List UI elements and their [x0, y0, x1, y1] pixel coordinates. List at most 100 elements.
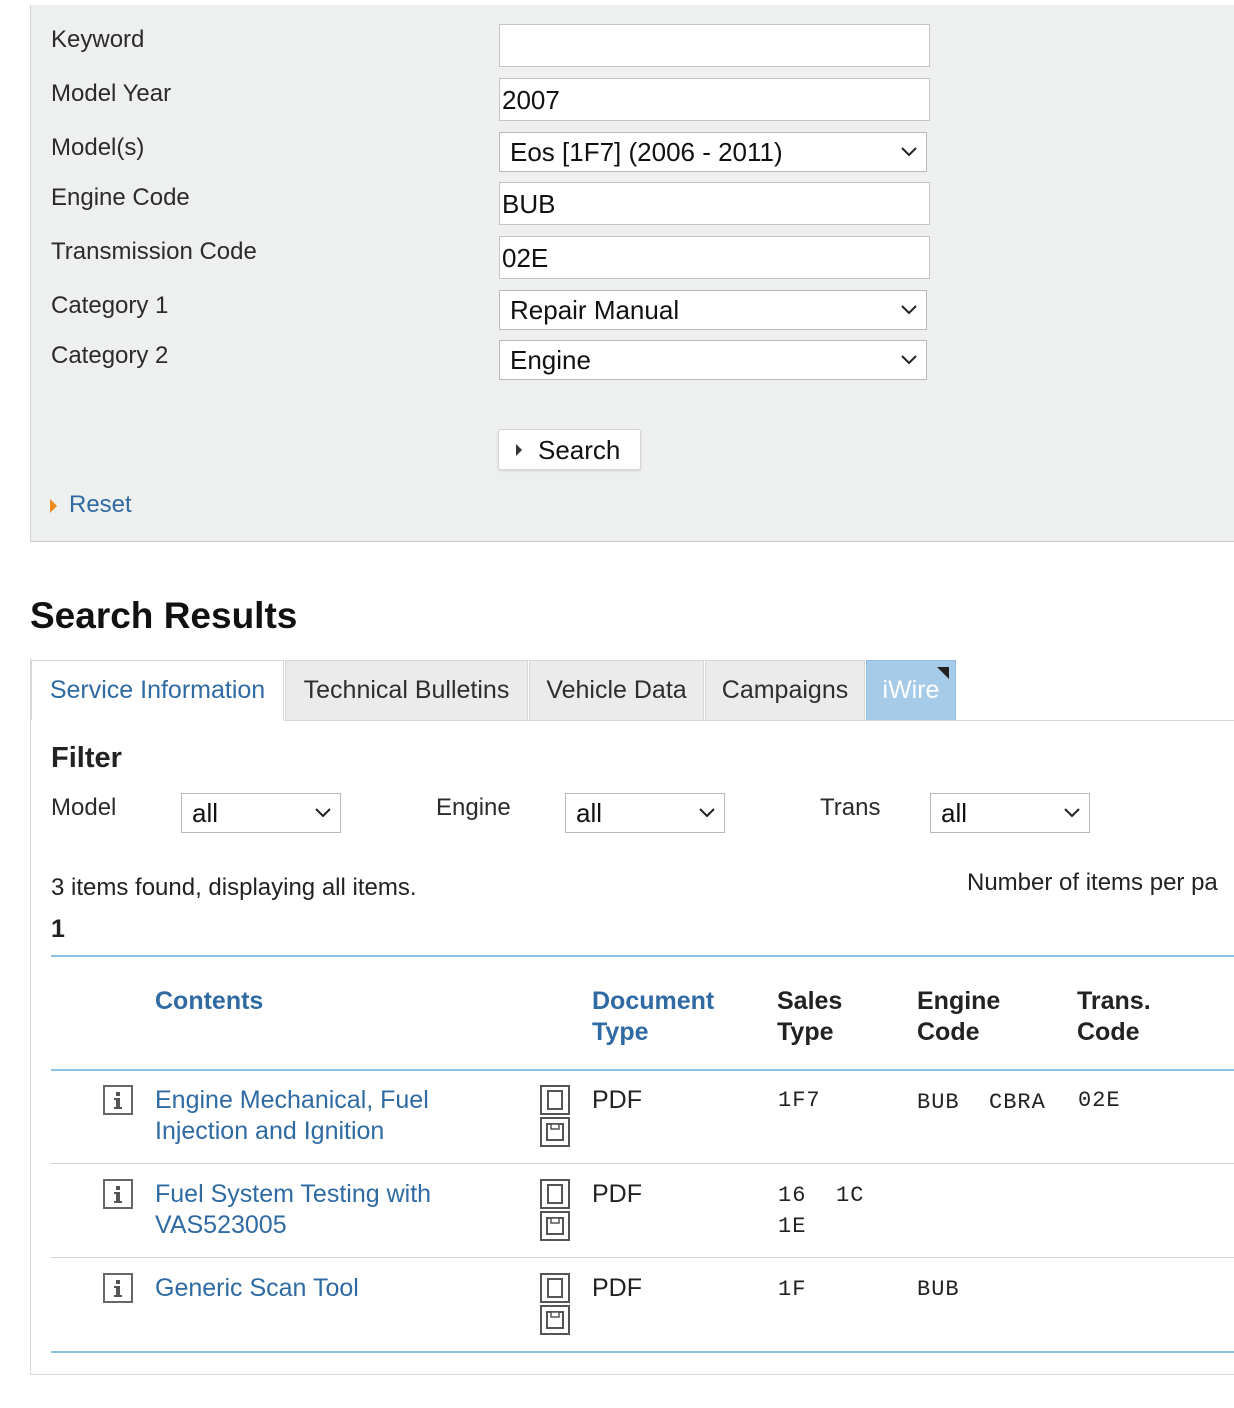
tab-service-information[interactable]: Service Information	[31, 660, 284, 720]
row-title-line: Generic Scan Tool	[155, 1274, 359, 1302]
results-title: Search Results	[30, 595, 298, 636]
column-header-engine-code: Engine Code	[917, 986, 1000, 1048]
external-corner-icon	[937, 667, 949, 679]
chevron-down-icon	[901, 147, 917, 157]
filter-trans-label: Trans	[820, 794, 881, 821]
filter-title: Filter	[51, 742, 122, 774]
model-year-input[interactable]: 2007	[499, 78, 930, 121]
transmission-code-label: Transmission Code	[51, 238, 257, 265]
filter-model-select[interactable]: all	[181, 793, 341, 833]
column-header-label: Sales	[777, 987, 843, 1015]
table-bottom-rule	[51, 1351, 1234, 1353]
table-top-rule	[51, 955, 1234, 957]
category1-select-value: Repair Manual	[510, 295, 680, 325]
save-document-icon[interactable]	[540, 1211, 570, 1241]
models-select[interactable]: Eos [1F7] (2006 - 2011)	[499, 132, 927, 172]
tab-technical-bulletins[interactable]: Technical Bulletins	[285, 660, 528, 720]
tab-label: Service Information	[49, 676, 266, 704]
column-header-trans-code: Trans. Code	[1077, 986, 1151, 1048]
row-sales-type: 1C	[836, 1183, 865, 1208]
keyword-input[interactable]	[499, 24, 930, 67]
row-doc-type: PDF	[592, 1086, 642, 1114]
models-label: Model(s)	[51, 134, 145, 161]
row-doc-type: PDF	[592, 1274, 642, 1302]
tab-vehicle-data[interactable]: Vehicle Data	[529, 660, 704, 720]
row-divider	[51, 1163, 1234, 1164]
save-document-icon[interactable]	[540, 1305, 570, 1335]
row-trans-code: 02E	[1078, 1088, 1121, 1113]
row-doc-type: PDF	[592, 1180, 642, 1208]
filter-trans-value: all	[941, 798, 968, 828]
tab-iwire[interactable]: iWire	[866, 660, 956, 720]
category2-label: Category 2	[51, 342, 169, 369]
row-engine-code: CBRA	[989, 1090, 1046, 1115]
filter-model-label: Model	[51, 794, 117, 821]
tab-label: Vehicle Data	[546, 676, 687, 704]
column-header-label: Type	[777, 1018, 834, 1046]
column-header-document-type[interactable]: Document Type	[592, 986, 714, 1048]
view-document-icon[interactable]	[540, 1085, 570, 1115]
filter-trans-select[interactable]: all	[930, 793, 1090, 833]
models-select-value: Eos [1F7] (2006 - 2011)	[510, 137, 783, 167]
row-title-line: Engine Mechanical, Fuel	[155, 1086, 429, 1114]
column-header-label: Code	[917, 1018, 980, 1046]
engine-code-input[interactable]: BUB	[499, 182, 930, 225]
info-icon[interactable]	[103, 1179, 133, 1209]
search-button[interactable]: Search	[498, 429, 641, 470]
model-year-label: Model Year	[51, 80, 172, 107]
items-per-page-label: Number of items per pa	[967, 869, 1218, 896]
filter-engine-select[interactable]: all	[565, 793, 725, 833]
save-document-icon[interactable]	[540, 1117, 570, 1147]
arrow-right-icon	[50, 499, 57, 513]
chevron-down-icon	[901, 355, 917, 365]
tab-label: Campaigns	[721, 676, 849, 704]
row-title-link[interactable]: Fuel System Testing with VAS523005	[155, 1179, 525, 1241]
reset-link-label: Reset	[69, 491, 132, 518]
search-button-label: Search	[538, 435, 621, 465]
engine-code-label: Engine Code	[51, 184, 190, 211]
tabs-divider	[284, 720, 1234, 721]
category1-select[interactable]: Repair Manual	[499, 290, 927, 330]
category2-select-value: Engine	[510, 345, 591, 375]
row-title-line: VAS523005	[155, 1211, 287, 1239]
tab-label: iWire	[882, 676, 940, 704]
chevron-down-icon	[699, 808, 715, 818]
row-title-link[interactable]: Generic Scan Tool	[155, 1273, 525, 1304]
keyword-label: Keyword	[51, 26, 145, 53]
view-document-icon[interactable]	[540, 1273, 570, 1303]
row-title-line: Fuel System Testing with	[155, 1180, 432, 1208]
column-header-label: Code	[1077, 1018, 1140, 1046]
info-icon[interactable]	[103, 1273, 133, 1303]
row-sales-type: 1E	[778, 1214, 807, 1239]
tab-campaigns[interactable]: Campaigns	[705, 660, 865, 720]
table-header-rule	[51, 1069, 1234, 1071]
chevron-down-icon	[901, 305, 917, 315]
column-header-sales-type: Sales Type	[777, 986, 842, 1048]
column-header-contents[interactable]: Contents	[155, 986, 263, 1017]
items-found-text: 3 items found, displaying all items.	[51, 874, 417, 901]
column-header-label: Engine	[917, 987, 1001, 1015]
chevron-down-icon	[1064, 808, 1080, 818]
tab-label: Technical Bulletins	[303, 676, 510, 704]
chevron-down-icon	[315, 808, 331, 818]
row-sales-type: 16	[778, 1183, 807, 1208]
category1-label: Category 1	[51, 292, 169, 319]
row-title-link[interactable]: Engine Mechanical, Fuel Injection and Ig…	[155, 1085, 525, 1147]
row-sales-type: 1F7	[778, 1088, 821, 1113]
row-title-line: Injection and Ignition	[155, 1117, 385, 1145]
column-header-label: Document	[592, 987, 715, 1015]
row-engine-code: BUB	[917, 1090, 960, 1115]
page-number[interactable]: 1	[51, 915, 65, 944]
category2-select[interactable]: Engine	[499, 340, 927, 380]
view-document-icon[interactable]	[540, 1179, 570, 1209]
column-header-label: Trans.	[1077, 987, 1151, 1015]
info-icon[interactable]	[103, 1085, 133, 1115]
play-arrow-icon	[516, 444, 522, 456]
filter-engine-label: Engine	[436, 794, 511, 821]
filter-engine-value: all	[576, 798, 603, 828]
filter-model-value: all	[192, 798, 219, 828]
transmission-code-input[interactable]: 02E	[499, 236, 930, 279]
row-divider	[51, 1257, 1234, 1258]
row-sales-type: 1F	[778, 1277, 807, 1302]
column-header-label: Type	[592, 1018, 649, 1046]
